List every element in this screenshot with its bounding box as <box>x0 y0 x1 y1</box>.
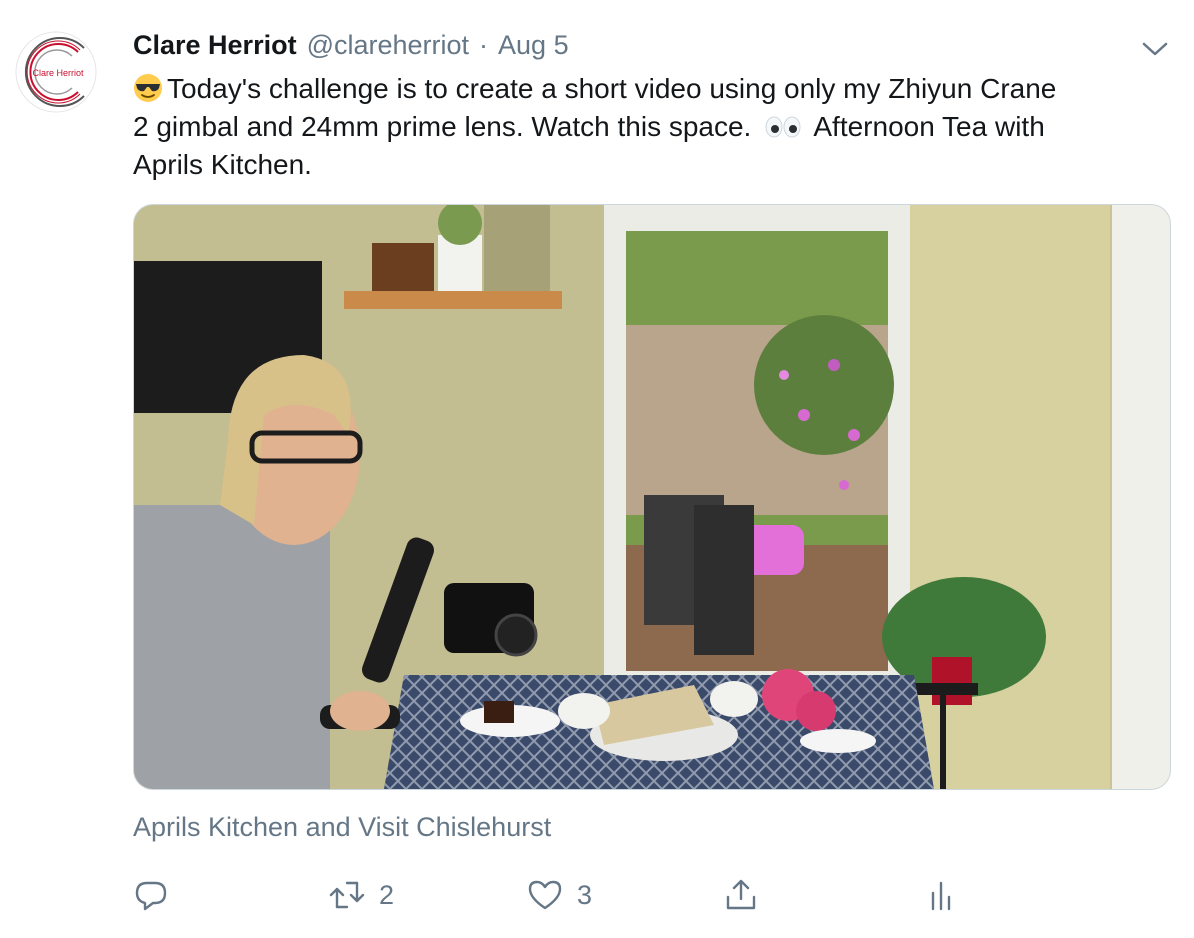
analytics-icon <box>931 881 951 911</box>
analytics-button[interactable] <box>923 870 959 920</box>
avatar-logo-text: Clare Herriot <box>32 68 84 78</box>
tweet-text-line-1: Today's challenge is to create a short v… <box>133 70 1173 108</box>
tweet-text-line-3: Aprils Kitchen. <box>133 149 312 180</box>
eyes-icon <box>765 116 801 138</box>
like-count: 3 <box>577 879 593 910</box>
chevron-down-icon[interactable] <box>1140 36 1170 60</box>
tweet-text-segment: Today's challenge is to create a short v… <box>167 73 1057 104</box>
author-handle[interactable]: @clareherriot <box>307 30 469 61</box>
tweet-photo[interactable] <box>133 204 1171 790</box>
like-button[interactable]: 3 <box>527 870 592 920</box>
reply-button[interactable] <box>133 870 169 920</box>
retweet-count: 2 <box>379 879 395 910</box>
reply-icon <box>135 881 167 911</box>
retweet-button[interactable]: 2 <box>329 870 394 920</box>
tweet-date[interactable]: Aug 5 <box>498 30 569 61</box>
author-name[interactable]: Clare Herriot <box>133 30 297 61</box>
heart-icon <box>528 880 562 910</box>
tweet-text-segment: Afternoon Tea with <box>813 111 1045 142</box>
avatar[interactable]: Clare Herriot <box>14 30 98 114</box>
photo-kitchen-gimbal-image <box>134 205 1170 789</box>
header-separator: · <box>479 30 489 60</box>
smiling-face-with-sunglasses-icon <box>134 74 162 102</box>
share-button[interactable] <box>723 870 759 920</box>
tweet-text-line-2: 2 gimbal and 24mm prime lens. Watch this… <box>133 108 1173 146</box>
tweet-text: Today's challenge is to create a short v… <box>133 70 1173 184</box>
tweet-actions: 2 3 <box>133 870 1013 920</box>
share-icon <box>726 879 756 910</box>
tweet-text-segment: 2 gimbal and 24mm prime lens. Watch this… <box>133 111 752 142</box>
media-caption[interactable]: Aprils Kitchen and Visit Chislehurst <box>133 812 551 843</box>
tweet-header: Clare Herriot @clareherriot · Aug 5 <box>133 30 569 64</box>
retweet-icon <box>329 881 365 909</box>
